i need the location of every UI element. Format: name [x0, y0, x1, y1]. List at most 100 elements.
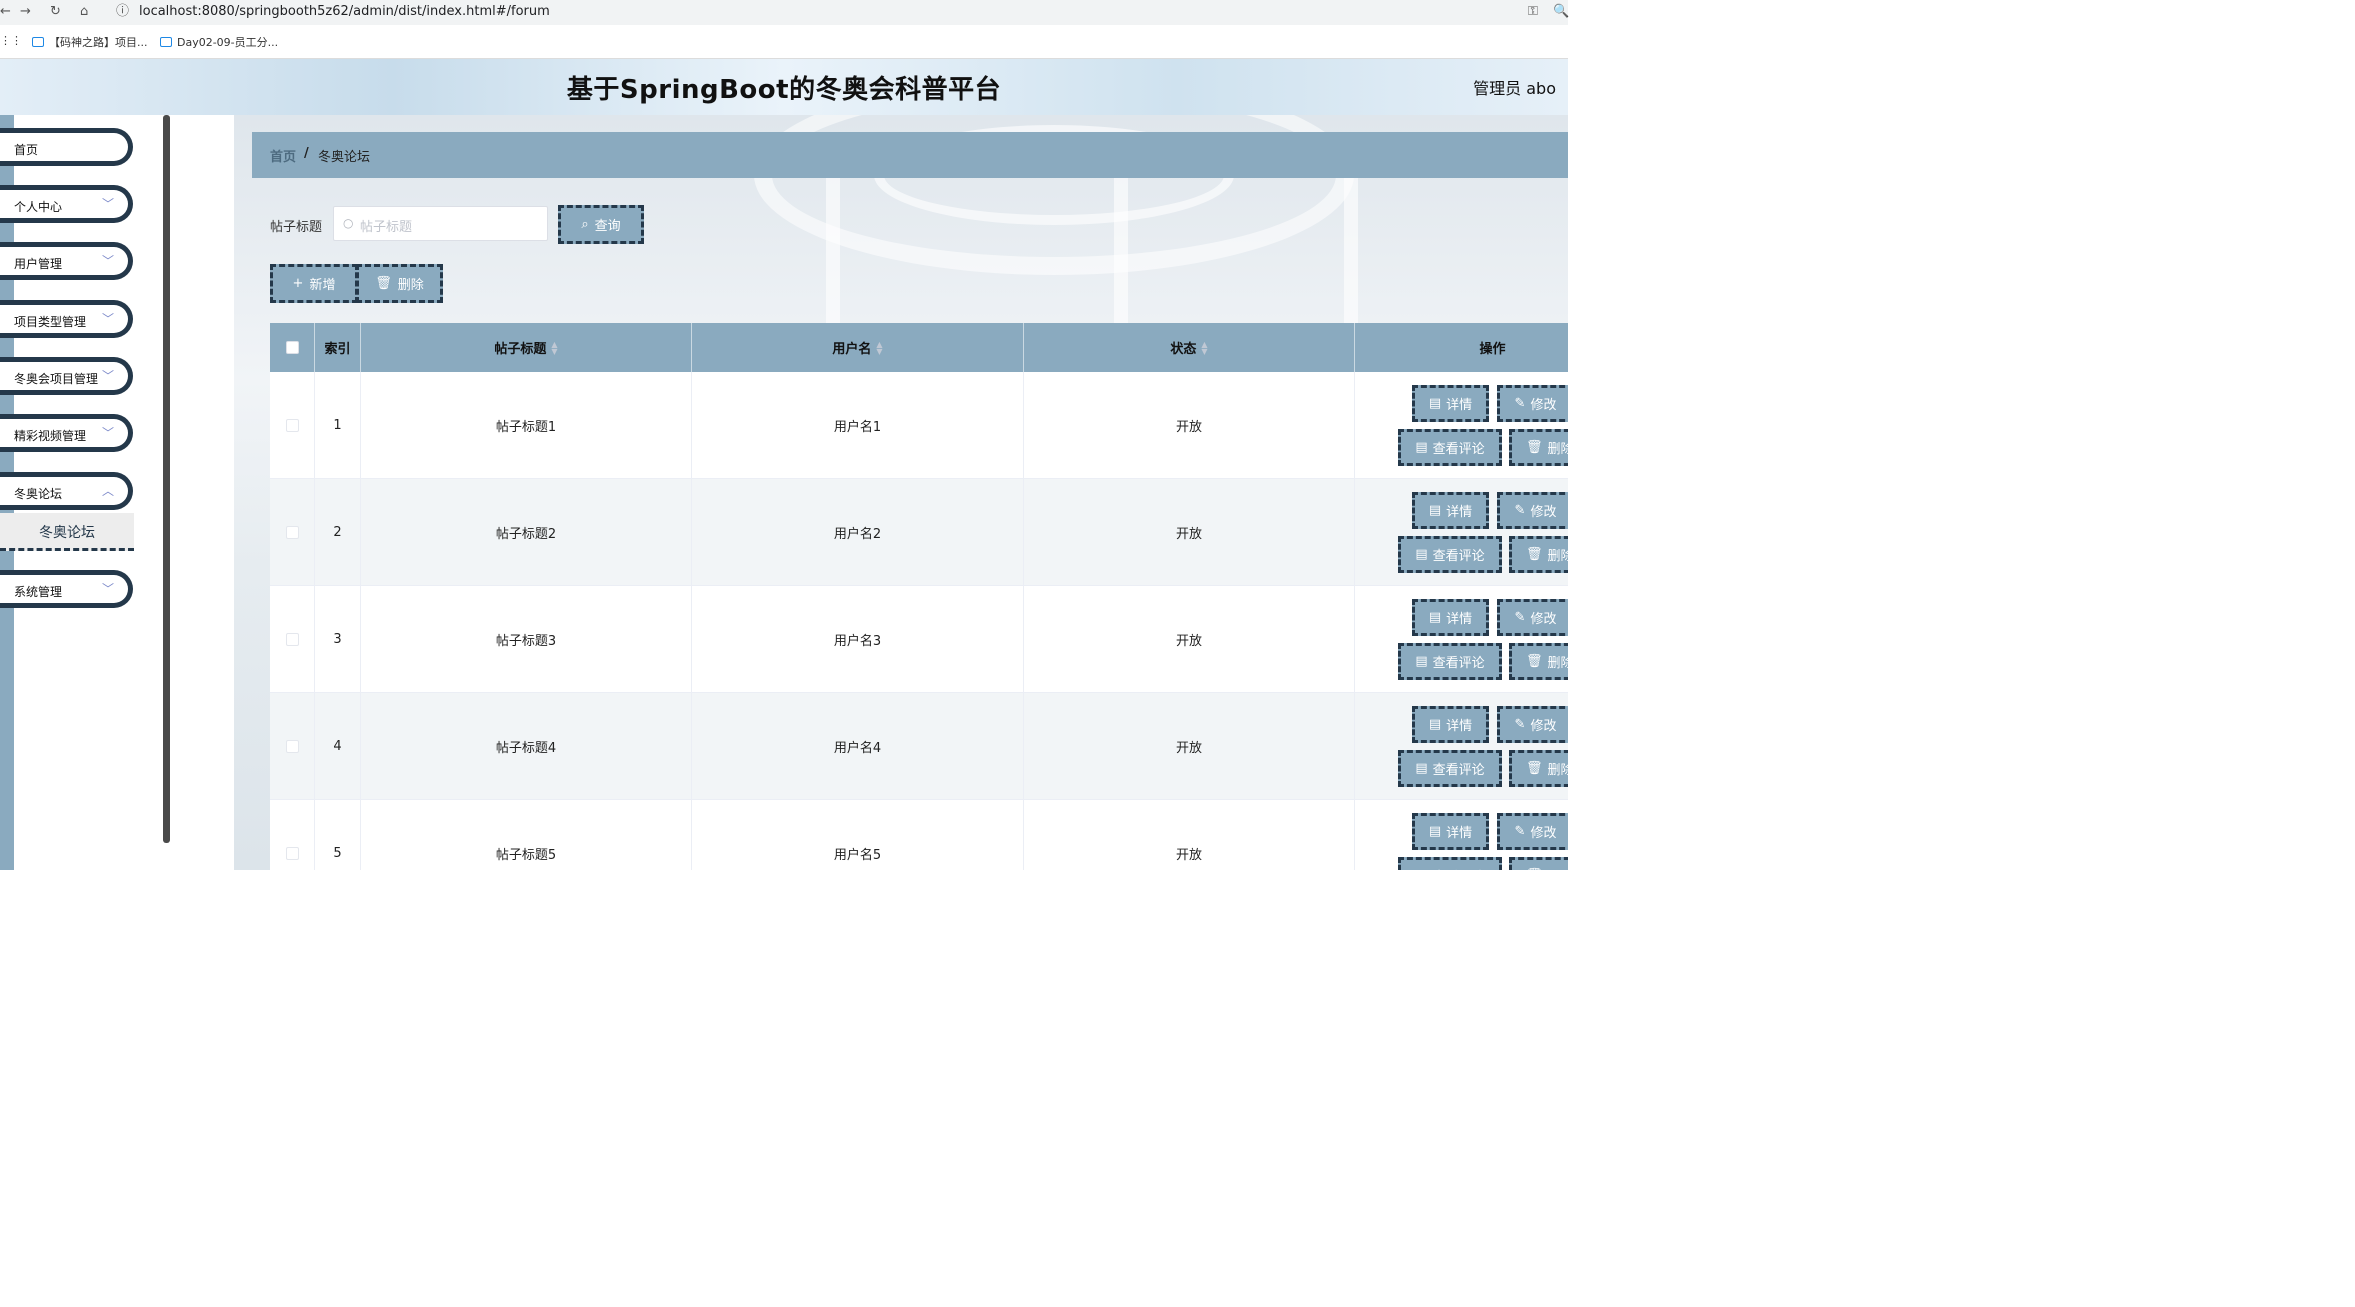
- chevron-down-icon: ﹀: [101, 197, 114, 211]
- bookmark-1[interactable]: 【码神之路】项目...: [32, 34, 148, 50]
- chevron-down-icon: ﹀: [101, 369, 114, 383]
- sidebar-item-forum[interactable]: 冬奥论坛 ︿: [0, 472, 133, 510]
- detail-button[interactable]: ▤ 详情: [1412, 599, 1489, 636]
- detail-button[interactable]: ▤ 详情: [1412, 706, 1489, 743]
- detail-button[interactable]: ▤ 详情: [1412, 492, 1489, 529]
- edit-button[interactable]: ✎ 修改: [1497, 599, 1568, 636]
- view-comments-button[interactable]: ▤查看评论: [1398, 429, 1502, 466]
- chevron-down-icon: ﹀: [101, 254, 114, 268]
- search-label: 帖子标题: [270, 220, 323, 235]
- zoom-icon[interactable]: 🔍: [1553, 3, 1569, 21]
- sidebar-item-personal-center[interactable]: 个人中心 ﹀: [0, 185, 133, 223]
- delete-button[interactable]: 🗑删除: [1509, 429, 1568, 466]
- trash-icon: 🗑: [1526, 654, 1543, 669]
- sidebar-item-user-management[interactable]: 用户管理 ﹀: [0, 242, 133, 280]
- delete-button[interactable]: 🗑删除: [1509, 750, 1568, 787]
- trash-icon: 🗑: [1526, 547, 1543, 562]
- sort-icon[interactable]: ▲ ▼: [1201, 340, 1207, 355]
- column-username[interactable]: 用户名 ▲ ▼: [692, 323, 1024, 372]
- document-icon: ▤: [1428, 396, 1442, 411]
- detail-button[interactable]: ▤ 详情: [1412, 385, 1489, 422]
- app-title: 基于SpringBoot的冬奥会科普平台: [566, 75, 1002, 105]
- cell-username: 用户名3: [692, 586, 1024, 692]
- site-info-icon[interactable]: ⓘ: [116, 3, 129, 21]
- view-comments-button[interactable]: ▤查看评论: [1398, 536, 1502, 573]
- delete-button[interactable]: 🗑删除: [1509, 857, 1568, 870]
- cell-status: 开放: [1024, 372, 1355, 478]
- edit-button[interactable]: ✎ 修改: [1497, 385, 1568, 422]
- edit-button[interactable]: ✎ 修改: [1497, 492, 1568, 529]
- row-checkbox[interactable]: [285, 739, 299, 753]
- back-icon[interactable]: ←: [0, 3, 11, 21]
- address-bar[interactable]: localhost:8080/springbooth5z62/admin/dis…: [139, 3, 550, 21]
- row-checkbox[interactable]: [285, 846, 299, 860]
- sidebar-item-videos[interactable]: 精彩视频管理 ﹀: [0, 414, 133, 452]
- cell-status: 开放: [1024, 479, 1355, 585]
- cell-username: 用户名5: [692, 800, 1024, 870]
- password-key-icon[interactable]: ⚿: [1528, 3, 1538, 21]
- select-all-checkbox[interactable]: [285, 341, 299, 354]
- cell-index: 1: [315, 372, 361, 478]
- sidebar-subitem-forum[interactable]: 冬奥论坛: [0, 513, 134, 551]
- sidebar-item-system[interactable]: 系统管理 ﹀: [0, 570, 133, 608]
- delete-button[interactable]: 🗑删除: [1509, 536, 1568, 573]
- document-icon: ▤: [1415, 761, 1428, 776]
- column-title[interactable]: 帖子标题 ▲ ▼: [361, 323, 692, 372]
- column-index: 索引: [315, 323, 361, 372]
- table-row[interactable]: 1 帖子标题1 用户名1 开放 ▤ 详情 ✎ 修改 ▤ 查看评论 🗑 删除: [270, 372, 1568, 479]
- breadcrumb-separator: /: [304, 146, 309, 161]
- background-decoration: [1344, 175, 1358, 325]
- edit-button[interactable]: ✎ 修改: [1497, 706, 1568, 743]
- edit-button[interactable]: ✎ 修改: [1497, 813, 1568, 850]
- delete-button[interactable]: 🗑删除: [1509, 643, 1568, 680]
- table-row[interactable]: 4 帖子标题4 用户名4 开放 ▤ 详情 ✎ 修改 ▤ 查看评论 🗑 删除: [270, 693, 1568, 800]
- bookmark-2[interactable]: Day02-09-员工分...: [160, 34, 278, 50]
- document-icon: ▤: [1428, 717, 1442, 732]
- chevron-down-icon: ﹀: [101, 312, 114, 326]
- cell-index: 4: [315, 693, 361, 799]
- table-row[interactable]: 3 帖子标题3 用户名3 开放 ▤ 详情 ✎ 修改 ▤ 查看评论 🗑 删除: [270, 586, 1568, 693]
- sort-icon[interactable]: ▲ ▼: [876, 340, 882, 355]
- view-comments-button[interactable]: ▤查看评论: [1398, 750, 1502, 787]
- search-input[interactable]: ○ 帖子标题: [333, 206, 548, 241]
- select-all-cell: [270, 323, 315, 372]
- breadcrumb-home[interactable]: 首页: [270, 146, 296, 165]
- apps-icon[interactable]: ⋮⋮: [0, 34, 22, 47]
- search-icon: ○: [343, 216, 354, 230]
- add-button[interactable]: + 新增: [270, 264, 358, 303]
- edit-icon: ✎: [1514, 610, 1526, 625]
- row-checkbox[interactable]: [285, 418, 299, 432]
- view-comments-button[interactable]: ▤查看评论: [1398, 857, 1502, 870]
- row-select-cell: [270, 372, 315, 478]
- background-decoration: [1114, 175, 1128, 325]
- row-checkbox[interactable]: [285, 525, 299, 539]
- row-checkbox[interactable]: [285, 632, 299, 646]
- sort-icon[interactable]: ▲ ▼: [551, 340, 557, 355]
- bilibili-icon: [32, 37, 44, 47]
- search-placeholder: 帖子标题: [360, 220, 413, 235]
- sidebar-scrollbar[interactable]: [163, 115, 170, 843]
- bulk-delete-button[interactable]: 🗑 删除: [356, 264, 443, 303]
- edit-icon: ✎: [1514, 503, 1526, 518]
- reload-icon[interactable]: ↻: [50, 3, 61, 21]
- detail-button[interactable]: ▤ 详情: [1412, 813, 1489, 850]
- document-icon: ▤: [1415, 547, 1428, 562]
- row-select-cell: [270, 800, 315, 870]
- sidebar-item-home[interactable]: 首页: [0, 128, 133, 166]
- table-row[interactable]: 5帖子标题5用户名5开放 ▤详情✎修改 ▤查看评论 🗑删除: [270, 800, 1568, 870]
- search-icon: ⌕: [581, 217, 589, 232]
- query-button[interactable]: ⌕ 查询: [558, 205, 644, 244]
- cell-index: 2: [315, 479, 361, 585]
- breadcrumb: 首页 / 冬奥论坛: [252, 132, 1568, 178]
- home-icon[interactable]: ⌂: [80, 3, 88, 21]
- column-status[interactable]: 状态 ▲ ▼: [1024, 323, 1355, 372]
- sidebar-item-project-type[interactable]: 项目类型管理 ﹀: [0, 300, 133, 338]
- view-comments-button[interactable]: ▤查看评论: [1398, 643, 1502, 680]
- document-icon: ▤: [1415, 868, 1427, 870]
- table-row[interactable]: 2 帖子标题2 用户名2 开放 ▤ 详情 ✎ 修改 ▤ 查看评论 🗑 删除: [270, 479, 1568, 586]
- forward-icon[interactable]: →: [20, 3, 31, 21]
- user-label[interactable]: 管理员 abo: [1473, 75, 1556, 99]
- main-content: 首页 / 冬奥论坛 帖子标题 ○ 帖子标题 ⌕ 查询 + 新增 🗑 删除 索引 …: [234, 115, 1568, 870]
- sidebar-item-olympic-projects[interactable]: 冬奥会项目管理 ﹀: [0, 357, 133, 395]
- trash-icon: 🗑: [1526, 868, 1543, 870]
